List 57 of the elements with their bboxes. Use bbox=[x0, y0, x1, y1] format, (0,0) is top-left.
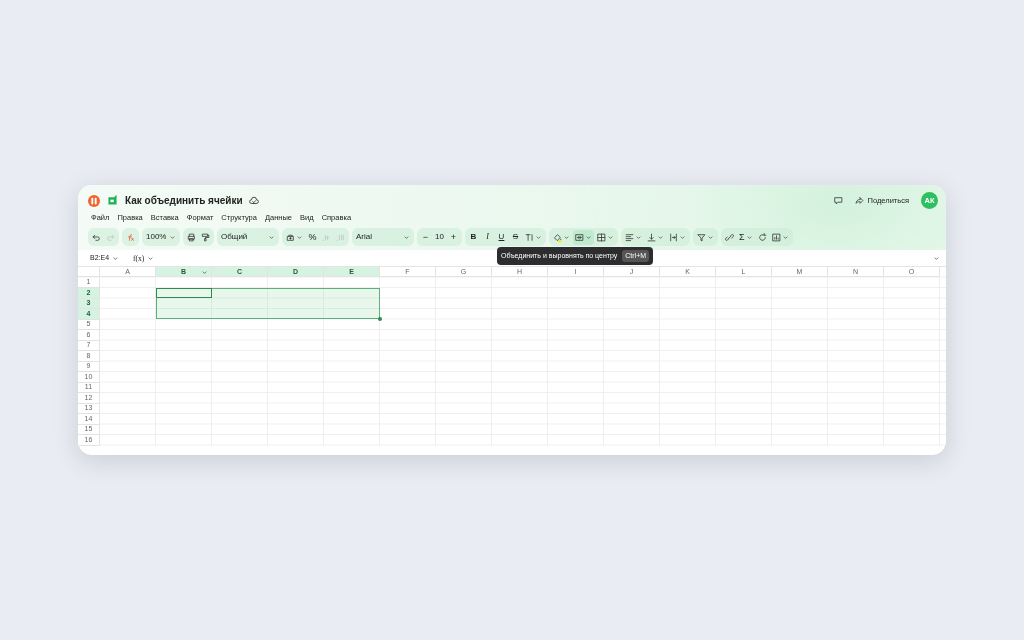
text-style-icon bbox=[525, 232, 534, 242]
caret-icon bbox=[679, 233, 686, 241]
print-icon bbox=[187, 232, 196, 242]
dropdown[interactable]: 100% bbox=[144, 229, 178, 245]
caret-icon bbox=[745, 233, 753, 241]
logo-icon[interactable] bbox=[88, 194, 100, 207]
caret-icon bbox=[535, 233, 542, 241]
link-icon bbox=[725, 232, 734, 242]
spreadsheet-icon bbox=[106, 194, 119, 207]
caret-icon bbox=[657, 233, 664, 241]
font-size-value: 10 bbox=[434, 231, 445, 244]
align-left-icon bbox=[625, 232, 634, 242]
caret-icon bbox=[607, 233, 614, 241]
document-title[interactable]: Как объединить ячейки bbox=[125, 193, 243, 208]
decimal-icon bbox=[322, 232, 331, 242]
active-cell bbox=[156, 287, 212, 299]
dropdown[interactable]: Общий bbox=[219, 229, 277, 245]
caret-icon bbox=[169, 233, 176, 241]
toolbar-button[interactable]: + bbox=[447, 229, 460, 245]
caret-icon bbox=[201, 268, 208, 276]
merge-cells-icon bbox=[575, 232, 584, 242]
chart-icon bbox=[771, 232, 781, 242]
toolbar-button[interactable]: U bbox=[495, 229, 508, 245]
caret-icon bbox=[563, 233, 570, 241]
caret-icon bbox=[296, 233, 303, 241]
filter-icon bbox=[697, 232, 706, 242]
refresh-icon bbox=[757, 232, 767, 242]
caret-icon bbox=[268, 233, 275, 241]
undo-icon bbox=[92, 232, 101, 242]
function-icon bbox=[126, 232, 135, 242]
dropdown[interactable]: Arial bbox=[354, 229, 412, 245]
caret-icon bbox=[635, 233, 642, 241]
share-icon bbox=[854, 196, 864, 205]
caret-icon bbox=[585, 233, 592, 241]
comment-icon[interactable] bbox=[833, 196, 843, 205]
caret-icon bbox=[112, 254, 120, 262]
toolbar-button[interactable]: % bbox=[306, 229, 319, 245]
toolbar-button[interactable]: S bbox=[509, 229, 522, 245]
caret-icon bbox=[403, 233, 410, 241]
toolbar-button[interactable]: − bbox=[419, 229, 432, 245]
wallet-icon bbox=[286, 232, 295, 242]
caret-icon bbox=[707, 233, 714, 241]
fill-handle[interactable] bbox=[378, 317, 382, 322]
redo-icon bbox=[106, 232, 115, 242]
toolbar-button[interactable]: I bbox=[481, 229, 494, 245]
toolbar-button[interactable]: B bbox=[467, 229, 480, 245]
cloud-icon bbox=[248, 195, 259, 206]
fill-bucket-icon bbox=[553, 232, 562, 242]
text-wrap-icon bbox=[669, 232, 678, 242]
expand-icon[interactable] bbox=[933, 254, 940, 262]
caret-icon bbox=[147, 254, 155, 262]
toolbar-button[interactable] bbox=[573, 229, 594, 245]
decimal-icon bbox=[336, 232, 345, 242]
paint-roller-icon bbox=[201, 232, 210, 242]
align-bottom-icon bbox=[647, 232, 656, 242]
caret-icon bbox=[781, 233, 789, 241]
borders-icon bbox=[597, 232, 606, 242]
